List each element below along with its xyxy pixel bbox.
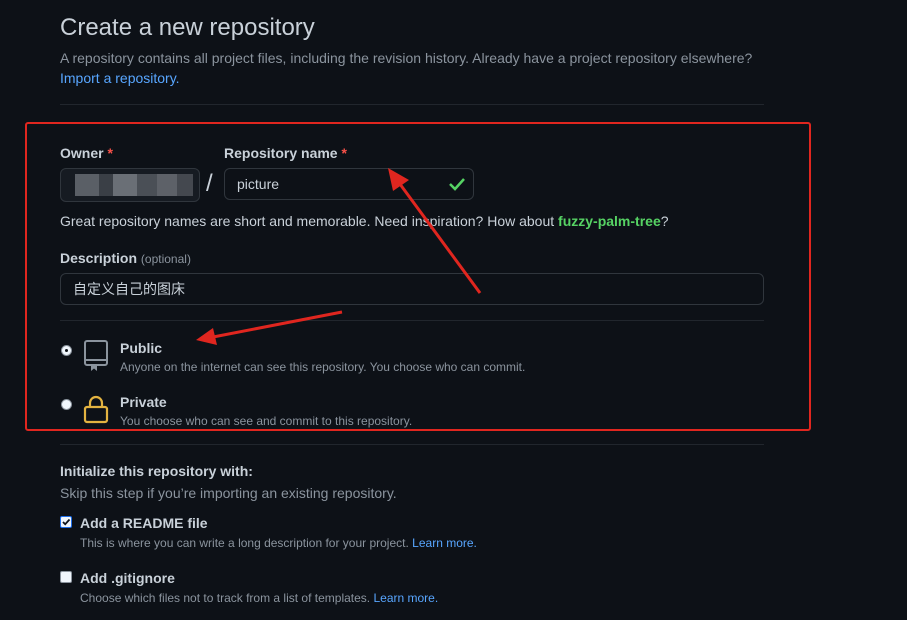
annotation-arrowhead-repo-name — [388, 168, 409, 191]
annotation-arrows — [196, 168, 482, 345]
annotation-arrow-repo-name — [395, 179, 482, 294]
annotation-arrow-public — [207, 310, 343, 340]
annotation-arrowhead-public — [196, 328, 217, 345]
